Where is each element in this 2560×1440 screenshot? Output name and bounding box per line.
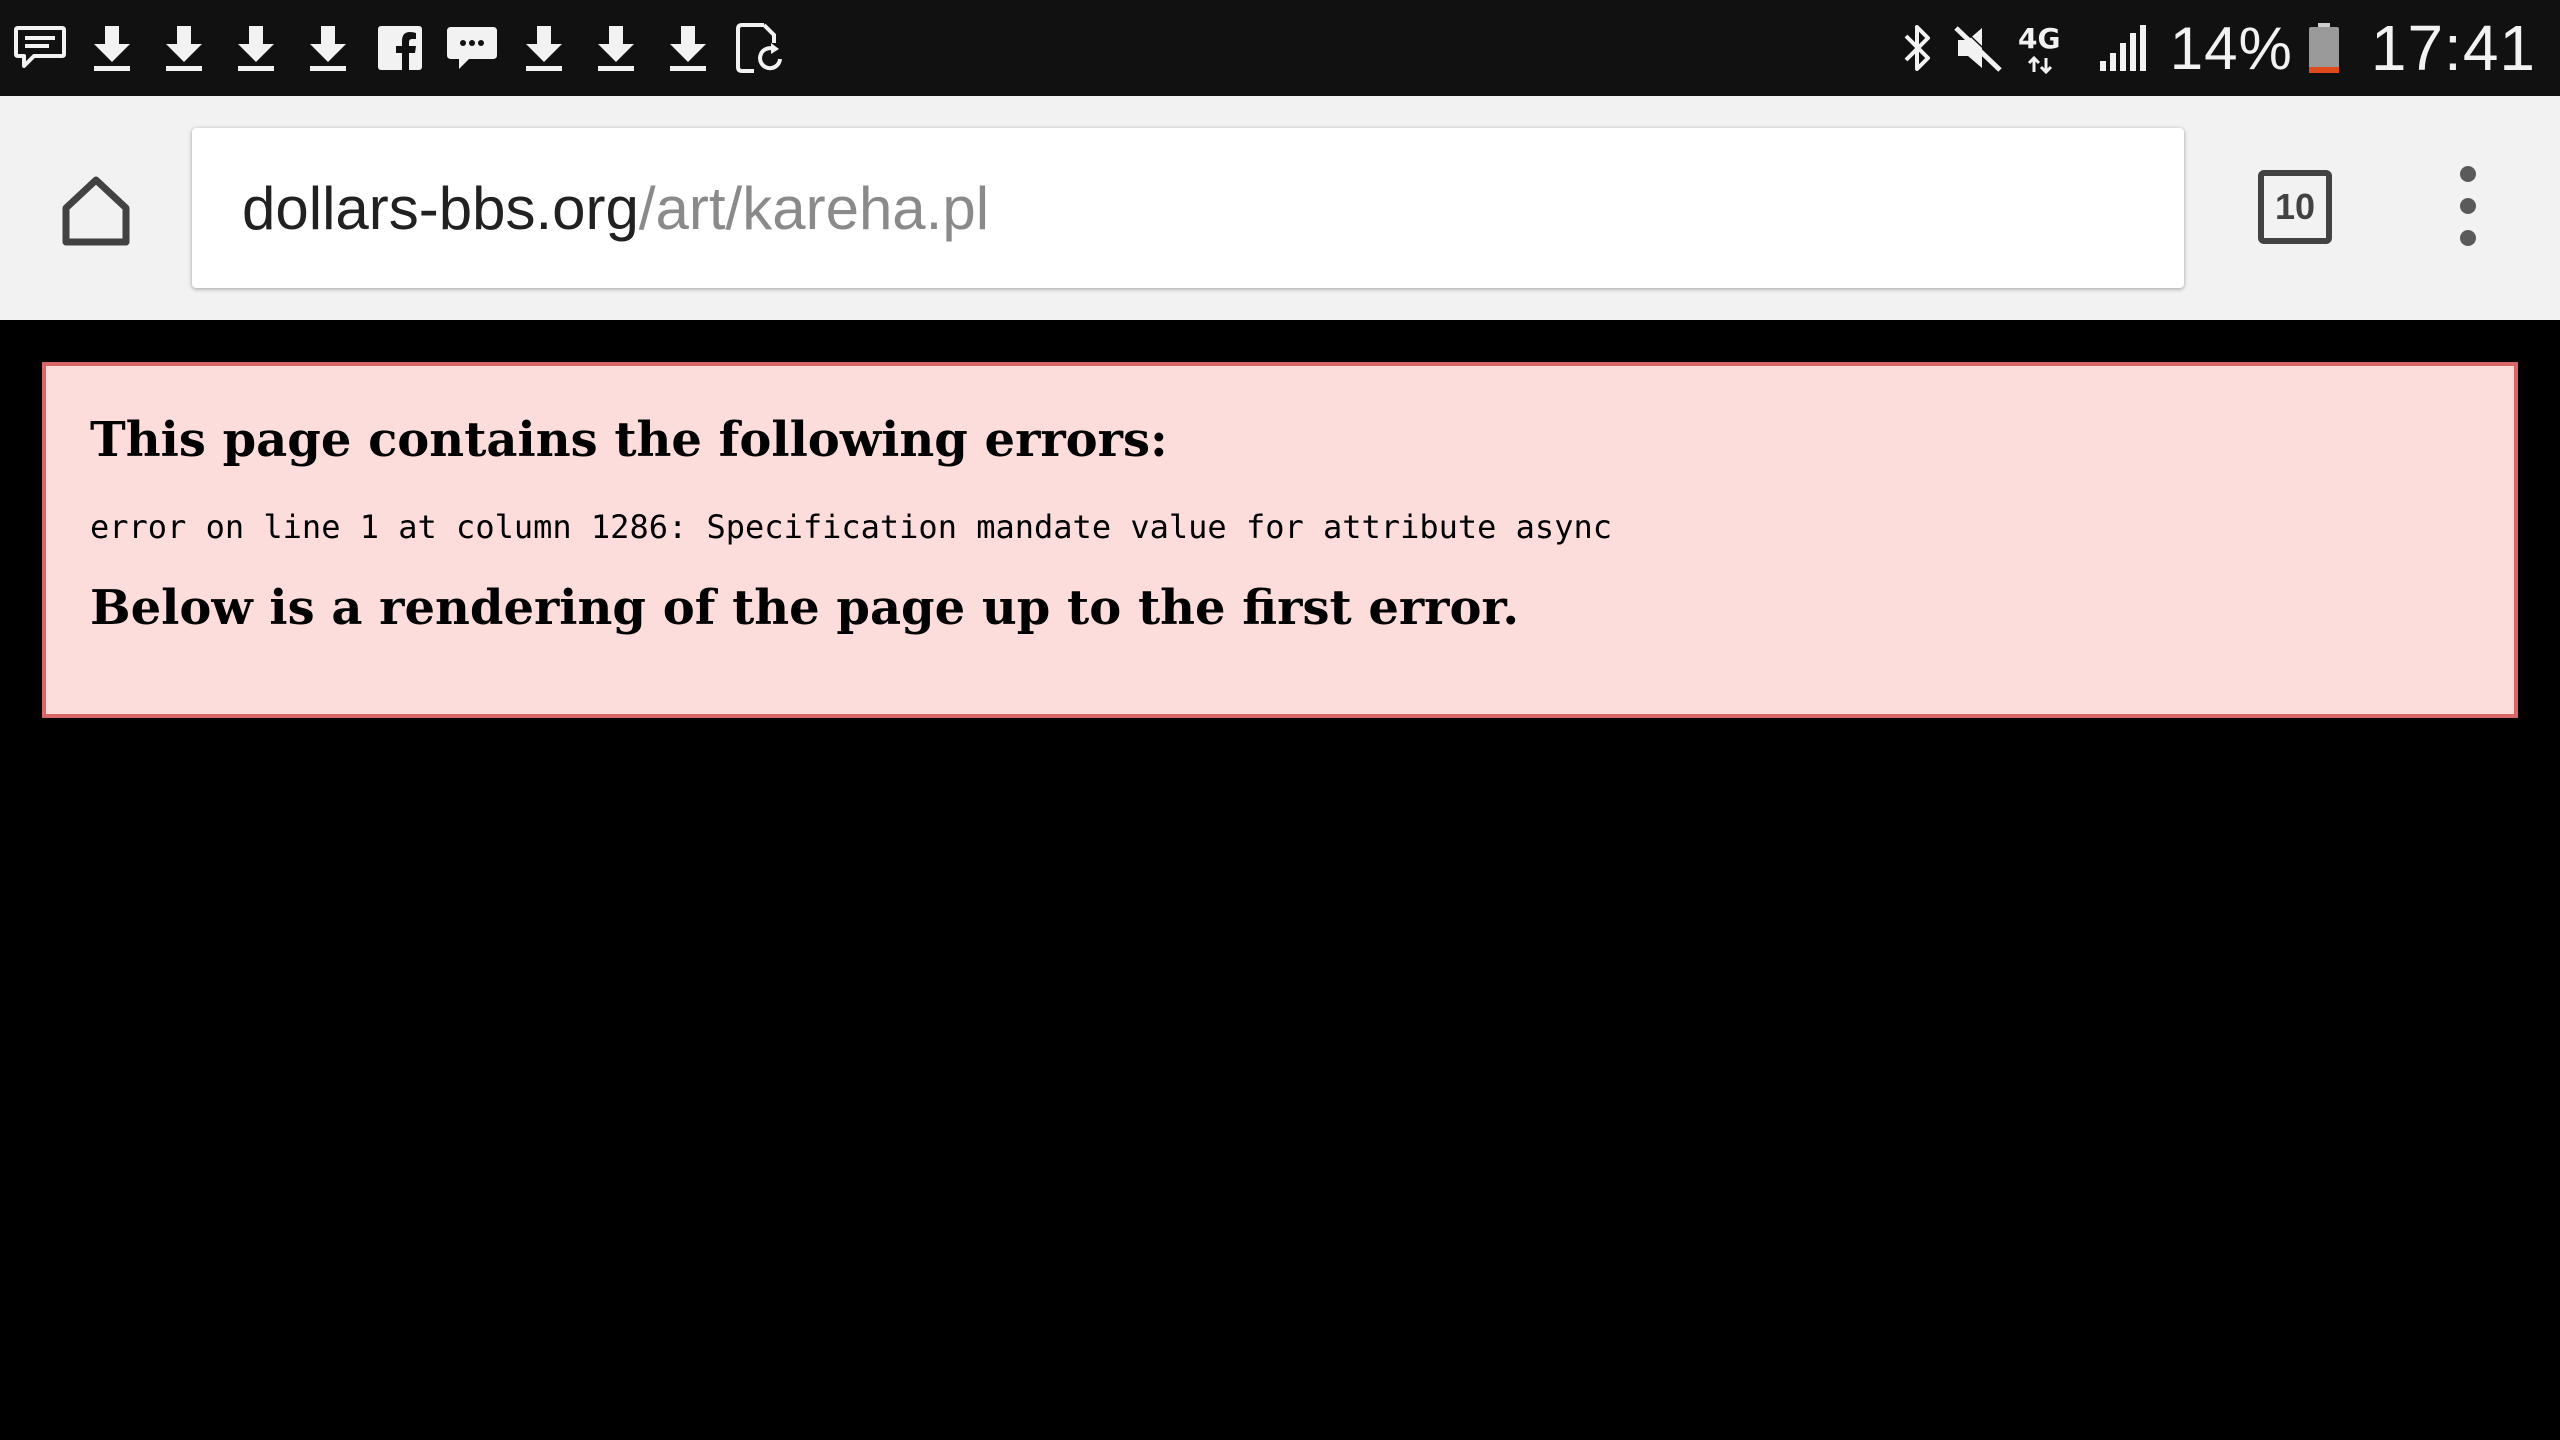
tab-count: 10 xyxy=(2274,186,2316,227)
home-icon xyxy=(62,176,130,246)
notification-icons xyxy=(10,18,802,78)
system-icons: 4G 14% 17:41 xyxy=(1884,0,2536,96)
download-icon xyxy=(154,18,214,78)
facebook-icon xyxy=(370,18,430,78)
download-icon xyxy=(658,18,718,78)
mute-icon xyxy=(1952,18,2004,78)
url-bar[interactable]: dollars-bbs.org/art/kareha.pl xyxy=(192,128,2184,288)
message-icon xyxy=(10,18,70,78)
signal-icon xyxy=(2096,18,2148,78)
url-domain: dollars-bbs.org xyxy=(242,174,639,242)
error-heading: This page contains the following errors: xyxy=(90,412,1168,468)
battery-percent: 14% xyxy=(2169,14,2293,82)
download-icon xyxy=(298,18,358,78)
menu-dot xyxy=(2460,166,2476,182)
chat-bubble-icon xyxy=(442,18,502,78)
svg-text:4G: 4G xyxy=(2018,22,2060,55)
download-icon xyxy=(82,18,142,78)
status-bar: 4G 14% 17:41 xyxy=(0,0,2560,96)
error-detail: error on line 1 at column 1286: Specific… xyxy=(90,507,1612,546)
battery-icon xyxy=(2307,18,2341,78)
4g-lte-icon: 4G xyxy=(2018,18,2082,78)
browser-toolbar: dollars-bbs.org/art/kareha.pl 10 xyxy=(0,96,2560,320)
page-content: This page contains the following errors:… xyxy=(0,320,2560,1440)
download-icon xyxy=(226,18,286,78)
error-subheading: Below is a rendering of the page up to t… xyxy=(90,579,1520,636)
screen-rotate-icon xyxy=(730,18,790,78)
overflow-menu-button[interactable] xyxy=(2440,166,2496,246)
bluetooth-icon xyxy=(1898,18,1938,78)
clock: 17:41 xyxy=(2370,12,2536,84)
menu-dot xyxy=(2460,198,2476,214)
home-button[interactable] xyxy=(50,164,142,256)
xml-error-box: This page contains the following errors:… xyxy=(42,362,2518,718)
url-path: /art/kareha.pl xyxy=(638,174,990,242)
tab-switcher-button[interactable]: 10 xyxy=(2258,170,2332,244)
download-icon xyxy=(514,18,574,78)
download-icon xyxy=(586,18,646,78)
menu-dot xyxy=(2460,230,2476,246)
